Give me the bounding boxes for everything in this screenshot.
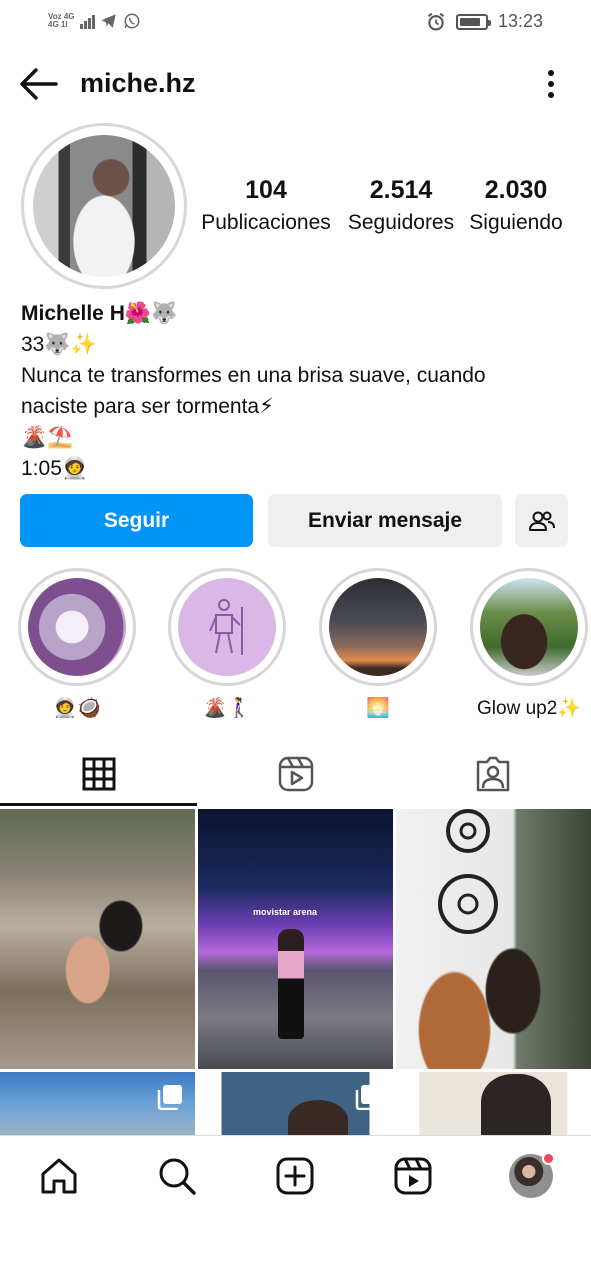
stat-followers[interactable]: 2.514 Seguidores — [342, 176, 460, 235]
highlight-cover — [329, 578, 427, 676]
stat-followers-value: 2.514 — [369, 176, 433, 204]
post-thumbnail[interactable] — [0, 809, 195, 1069]
highlight-item[interactable]: 🌅 — [319, 568, 437, 720]
reels-icon — [394, 1157, 432, 1195]
bio-line: 33🐺✨ — [21, 333, 97, 356]
highlight-ring — [168, 568, 286, 686]
post-thumbnail[interactable]: movistar arena — [198, 809, 393, 1069]
telegram-icon — [101, 14, 116, 28]
highlight-ring — [470, 568, 588, 686]
arena-sign: movistar arena — [253, 907, 318, 917]
donut-mural-icon — [438, 809, 498, 934]
avatar-image — [33, 135, 175, 277]
network-label-2: 4G 1l — [48, 20, 68, 29]
hiker-icon — [209, 599, 243, 655]
profile-header: miche.hz — [0, 56, 591, 112]
profile-avatar[interactable] — [21, 123, 187, 289]
stat-following-value: 2.030 — [484, 176, 548, 204]
search-icon — [159, 1158, 196, 1195]
profile-stats: 104 Publicaciones 2.514 Seguidores 2.030… — [192, 176, 572, 246]
bio-line: Nunca te transformes en una brisa suave,… — [21, 364, 486, 418]
grid-icon — [82, 757, 115, 791]
clock: 13:23 — [497, 11, 543, 31]
post-thumbnail[interactable] — [396, 809, 591, 1069]
nav-profile[interactable] — [509, 1152, 555, 1198]
reels-icon — [278, 756, 313, 792]
highlight-label: Glow up2✨ — [477, 698, 581, 719]
highlight-cover — [28, 578, 126, 676]
page-title: miche.hz — [80, 68, 196, 98]
highlight-label: 🌅 — [366, 698, 390, 719]
back-arrow-icon[interactable] — [18, 66, 60, 102]
status-left: Voz 4G 4G 1l — [48, 12, 141, 30]
post-thumbnail[interactable] — [198, 1072, 393, 1135]
add-people-icon — [528, 511, 555, 531]
highlight-label: 🧑‍🚀🥥 — [53, 698, 101, 719]
bio-line: 1:05🧑‍🚀 — [21, 457, 89, 480]
person-figure — [278, 929, 304, 1039]
nav-create[interactable] — [273, 1154, 317, 1198]
battery-icon — [455, 13, 491, 30]
status-right: 13:23 — [426, 11, 543, 32]
profile-bio: Michelle H🌺🐺 33🐺✨ Nunca te transformes e… — [21, 298, 581, 484]
tab-tagged[interactable] — [394, 742, 591, 806]
multiple-photos-icon — [157, 1085, 182, 1110]
bottom-navigation — [0, 1135, 591, 1280]
stat-posts-label: Publicaciones — [201, 211, 331, 234]
nav-search[interactable] — [155, 1154, 199, 1198]
network-indicator: Voz 4G 4G 1l — [48, 13, 75, 29]
post-thumbnail[interactable] — [0, 1072, 195, 1135]
nav-reels[interactable] — [391, 1154, 435, 1198]
profile-tabs — [0, 742, 591, 806]
profile-name: Michelle H🌺🐺 — [21, 302, 178, 325]
highlight-label: 🌋🚶‍♀️ — [203, 698, 251, 719]
stat-following[interactable]: 2.030 Siguiendo — [462, 176, 570, 235]
face-shape — [288, 1100, 348, 1135]
stat-followers-label: Seguidores — [347, 211, 455, 234]
tab-active-indicator — [0, 803, 197, 806]
whatsapp-icon — [124, 13, 140, 29]
notification-dot — [542, 1152, 555, 1165]
highlight-item[interactable]: Glow up2✨ — [470, 568, 588, 720]
stat-following-label: Siguiendo — [469, 211, 563, 234]
home-icon — [41, 1158, 77, 1194]
nav-home[interactable] — [37, 1154, 81, 1198]
tab-posts-grid[interactable] — [0, 742, 197, 806]
highlight-ring — [319, 568, 437, 686]
suggested-users-button[interactable] — [515, 494, 568, 547]
highlight-ring — [18, 568, 136, 686]
profile-avatar-small — [509, 1152, 555, 1198]
highlight-cover — [480, 578, 578, 676]
alarm-icon — [427, 12, 445, 31]
status-bar: Voz 4G 4G 1l 13:23 — [0, 0, 591, 44]
stat-posts[interactable]: 104 Publicaciones — [192, 176, 340, 235]
follow-button[interactable]: Seguir — [20, 494, 253, 547]
highlight-cover — [178, 578, 276, 676]
multiple-photos-icon — [355, 1085, 380, 1110]
bio-line: 🌋⛱️ — [21, 426, 74, 449]
post-thumbnail[interactable] — [396, 1072, 591, 1135]
more-options-icon[interactable] — [541, 69, 561, 99]
highlight-item[interactable]: 🌋🚶‍♀️ — [168, 568, 286, 720]
stat-posts-value: 104 — [245, 176, 287, 204]
tab-reels[interactable] — [197, 742, 394, 806]
new-post-icon — [276, 1157, 314, 1195]
signal-icon — [79, 13, 95, 29]
highlight-item[interactable]: 🧑‍🚀🥥 — [18, 568, 136, 720]
message-button[interactable]: Enviar mensaje — [268, 494, 502, 547]
tagged-icon — [476, 756, 509, 792]
face-shape — [481, 1074, 551, 1135]
